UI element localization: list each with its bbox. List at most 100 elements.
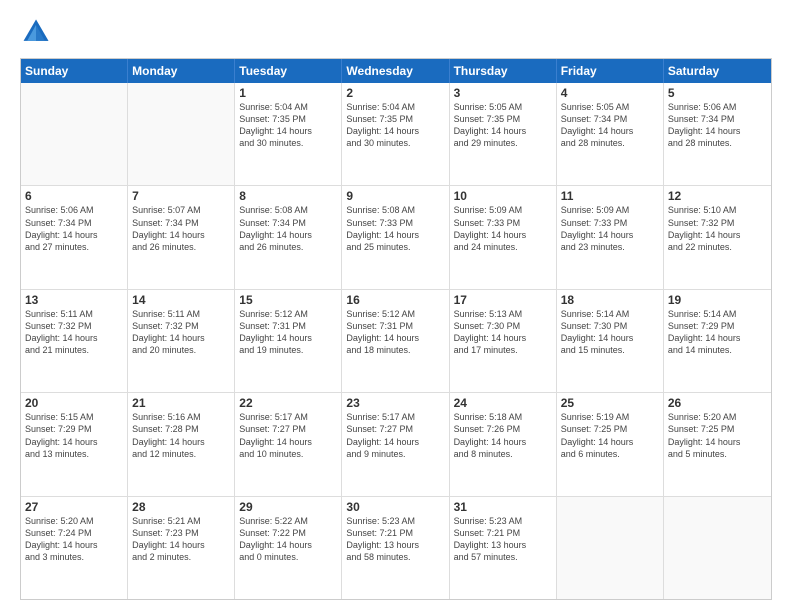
day-info: Sunrise: 5:11 AM Sunset: 7:32 PM Dayligh… xyxy=(25,308,123,357)
day-number: 30 xyxy=(346,500,444,514)
calendar-day-20: 20Sunrise: 5:15 AM Sunset: 7:29 PM Dayli… xyxy=(21,393,128,495)
day-number: 26 xyxy=(668,396,767,410)
calendar-day-17: 17Sunrise: 5:13 AM Sunset: 7:30 PM Dayli… xyxy=(450,290,557,392)
day-info: Sunrise: 5:12 AM Sunset: 7:31 PM Dayligh… xyxy=(346,308,444,357)
day-number: 1 xyxy=(239,86,337,100)
day-info: Sunrise: 5:20 AM Sunset: 7:24 PM Dayligh… xyxy=(25,515,123,564)
calendar-day-24: 24Sunrise: 5:18 AM Sunset: 7:26 PM Dayli… xyxy=(450,393,557,495)
calendar-day-9: 9Sunrise: 5:08 AM Sunset: 7:33 PM Daylig… xyxy=(342,186,449,288)
calendar-empty-cell xyxy=(21,83,128,185)
day-number: 11 xyxy=(561,189,659,203)
day-info: Sunrise: 5:14 AM Sunset: 7:30 PM Dayligh… xyxy=(561,308,659,357)
day-number: 2 xyxy=(346,86,444,100)
day-info: Sunrise: 5:20 AM Sunset: 7:25 PM Dayligh… xyxy=(668,411,767,460)
day-info: Sunrise: 5:09 AM Sunset: 7:33 PM Dayligh… xyxy=(454,204,552,253)
day-number: 31 xyxy=(454,500,552,514)
header xyxy=(20,16,772,48)
calendar-day-12: 12Sunrise: 5:10 AM Sunset: 7:32 PM Dayli… xyxy=(664,186,771,288)
day-info: Sunrise: 5:17 AM Sunset: 7:27 PM Dayligh… xyxy=(346,411,444,460)
day-info: Sunrise: 5:06 AM Sunset: 7:34 PM Dayligh… xyxy=(668,101,767,150)
header-day-wednesday: Wednesday xyxy=(342,59,449,83)
calendar-week-4: 20Sunrise: 5:15 AM Sunset: 7:29 PM Dayli… xyxy=(21,392,771,495)
calendar-day-22: 22Sunrise: 5:17 AM Sunset: 7:27 PM Dayli… xyxy=(235,393,342,495)
day-number: 6 xyxy=(25,189,123,203)
day-number: 22 xyxy=(239,396,337,410)
day-number: 20 xyxy=(25,396,123,410)
day-info: Sunrise: 5:23 AM Sunset: 7:21 PM Dayligh… xyxy=(454,515,552,564)
day-number: 25 xyxy=(561,396,659,410)
day-info: Sunrise: 5:12 AM Sunset: 7:31 PM Dayligh… xyxy=(239,308,337,357)
day-number: 18 xyxy=(561,293,659,307)
calendar-empty-cell xyxy=(557,497,664,599)
logo-icon xyxy=(20,16,52,48)
day-info: Sunrise: 5:05 AM Sunset: 7:35 PM Dayligh… xyxy=(454,101,552,150)
day-number: 23 xyxy=(346,396,444,410)
day-info: Sunrise: 5:11 AM Sunset: 7:32 PM Dayligh… xyxy=(132,308,230,357)
day-info: Sunrise: 5:07 AM Sunset: 7:34 PM Dayligh… xyxy=(132,204,230,253)
day-number: 10 xyxy=(454,189,552,203)
calendar-body: 1Sunrise: 5:04 AM Sunset: 7:35 PM Daylig… xyxy=(21,83,771,599)
day-info: Sunrise: 5:16 AM Sunset: 7:28 PM Dayligh… xyxy=(132,411,230,460)
day-number: 24 xyxy=(454,396,552,410)
day-info: Sunrise: 5:04 AM Sunset: 7:35 PM Dayligh… xyxy=(239,101,337,150)
calendar-day-10: 10Sunrise: 5:09 AM Sunset: 7:33 PM Dayli… xyxy=(450,186,557,288)
day-info: Sunrise: 5:05 AM Sunset: 7:34 PM Dayligh… xyxy=(561,101,659,150)
calendar-week-3: 13Sunrise: 5:11 AM Sunset: 7:32 PM Dayli… xyxy=(21,289,771,392)
calendar-day-2: 2Sunrise: 5:04 AM Sunset: 7:35 PM Daylig… xyxy=(342,83,449,185)
day-number: 21 xyxy=(132,396,230,410)
calendar-day-25: 25Sunrise: 5:19 AM Sunset: 7:25 PM Dayli… xyxy=(557,393,664,495)
day-number: 8 xyxy=(239,189,337,203)
day-info: Sunrise: 5:23 AM Sunset: 7:21 PM Dayligh… xyxy=(346,515,444,564)
calendar-day-6: 6Sunrise: 5:06 AM Sunset: 7:34 PM Daylig… xyxy=(21,186,128,288)
day-number: 19 xyxy=(668,293,767,307)
day-number: 4 xyxy=(561,86,659,100)
header-day-sunday: Sunday xyxy=(21,59,128,83)
calendar-day-31: 31Sunrise: 5:23 AM Sunset: 7:21 PM Dayli… xyxy=(450,497,557,599)
page: SundayMondayTuesdayWednesdayThursdayFrid… xyxy=(0,0,792,612)
calendar-day-21: 21Sunrise: 5:16 AM Sunset: 7:28 PM Dayli… xyxy=(128,393,235,495)
header-day-friday: Friday xyxy=(557,59,664,83)
calendar-day-14: 14Sunrise: 5:11 AM Sunset: 7:32 PM Dayli… xyxy=(128,290,235,392)
day-number: 14 xyxy=(132,293,230,307)
header-day-thursday: Thursday xyxy=(450,59,557,83)
day-info: Sunrise: 5:17 AM Sunset: 7:27 PM Dayligh… xyxy=(239,411,337,460)
day-info: Sunrise: 5:13 AM Sunset: 7:30 PM Dayligh… xyxy=(454,308,552,357)
calendar-week-5: 27Sunrise: 5:20 AM Sunset: 7:24 PM Dayli… xyxy=(21,496,771,599)
calendar-day-1: 1Sunrise: 5:04 AM Sunset: 7:35 PM Daylig… xyxy=(235,83,342,185)
day-number: 27 xyxy=(25,500,123,514)
calendar-day-18: 18Sunrise: 5:14 AM Sunset: 7:30 PM Dayli… xyxy=(557,290,664,392)
calendar-day-7: 7Sunrise: 5:07 AM Sunset: 7:34 PM Daylig… xyxy=(128,186,235,288)
calendar-day-4: 4Sunrise: 5:05 AM Sunset: 7:34 PM Daylig… xyxy=(557,83,664,185)
day-info: Sunrise: 5:15 AM Sunset: 7:29 PM Dayligh… xyxy=(25,411,123,460)
calendar-day-16: 16Sunrise: 5:12 AM Sunset: 7:31 PM Dayli… xyxy=(342,290,449,392)
day-number: 13 xyxy=(25,293,123,307)
day-info: Sunrise: 5:21 AM Sunset: 7:23 PM Dayligh… xyxy=(132,515,230,564)
day-info: Sunrise: 5:08 AM Sunset: 7:34 PM Dayligh… xyxy=(239,204,337,253)
calendar-day-30: 30Sunrise: 5:23 AM Sunset: 7:21 PM Dayli… xyxy=(342,497,449,599)
day-number: 5 xyxy=(668,86,767,100)
calendar-day-28: 28Sunrise: 5:21 AM Sunset: 7:23 PM Dayli… xyxy=(128,497,235,599)
day-info: Sunrise: 5:04 AM Sunset: 7:35 PM Dayligh… xyxy=(346,101,444,150)
calendar-day-5: 5Sunrise: 5:06 AM Sunset: 7:34 PM Daylig… xyxy=(664,83,771,185)
calendar-day-19: 19Sunrise: 5:14 AM Sunset: 7:29 PM Dayli… xyxy=(664,290,771,392)
header-day-monday: Monday xyxy=(128,59,235,83)
day-number: 29 xyxy=(239,500,337,514)
calendar-day-3: 3Sunrise: 5:05 AM Sunset: 7:35 PM Daylig… xyxy=(450,83,557,185)
day-number: 17 xyxy=(454,293,552,307)
day-info: Sunrise: 5:10 AM Sunset: 7:32 PM Dayligh… xyxy=(668,204,767,253)
day-info: Sunrise: 5:09 AM Sunset: 7:33 PM Dayligh… xyxy=(561,204,659,253)
day-info: Sunrise: 5:18 AM Sunset: 7:26 PM Dayligh… xyxy=(454,411,552,460)
day-number: 12 xyxy=(668,189,767,203)
day-info: Sunrise: 5:14 AM Sunset: 7:29 PM Dayligh… xyxy=(668,308,767,357)
header-day-tuesday: Tuesday xyxy=(235,59,342,83)
day-number: 16 xyxy=(346,293,444,307)
calendar-empty-cell xyxy=(128,83,235,185)
day-info: Sunrise: 5:06 AM Sunset: 7:34 PM Dayligh… xyxy=(25,204,123,253)
calendar-day-8: 8Sunrise: 5:08 AM Sunset: 7:34 PM Daylig… xyxy=(235,186,342,288)
calendar-day-27: 27Sunrise: 5:20 AM Sunset: 7:24 PM Dayli… xyxy=(21,497,128,599)
calendar-header: SundayMondayTuesdayWednesdayThursdayFrid… xyxy=(21,59,771,83)
day-number: 15 xyxy=(239,293,337,307)
day-number: 28 xyxy=(132,500,230,514)
header-day-saturday: Saturday xyxy=(664,59,771,83)
day-info: Sunrise: 5:08 AM Sunset: 7:33 PM Dayligh… xyxy=(346,204,444,253)
